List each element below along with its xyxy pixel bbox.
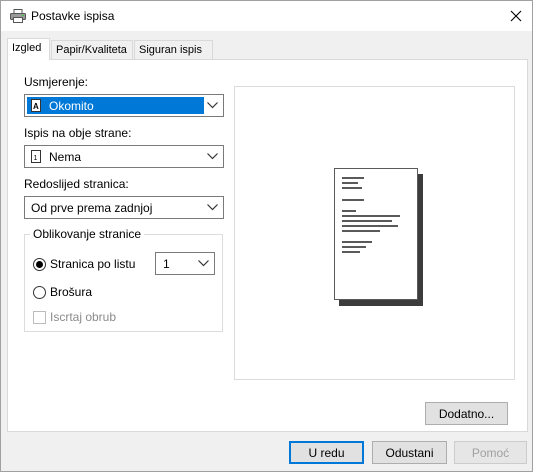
chevron-down-icon [207, 153, 218, 160]
draw-borders-label: Iscrtaj obrub [50, 310, 117, 324]
ok-button[interactable]: U redu [289, 441, 364, 464]
booklet-label[interactable]: Brošura [50, 285, 92, 299]
duplex-value: Nema [49, 150, 82, 164]
duplex-select[interactable]: 1 Nema [24, 145, 224, 168]
pages-per-sheet-label[interactable]: Stranica po listu [50, 257, 135, 271]
page-order-label: Redoslijed stranica: [24, 177, 129, 191]
orientation-select[interactable]: A Okomito [24, 94, 224, 117]
advanced-button[interactable]: Dodatno... [425, 402, 508, 425]
cancel-button[interactable]: Odustani [372, 441, 447, 464]
orientation-label: Usmjerenje: [24, 75, 89, 89]
pages-per-sheet-radio[interactable] [33, 258, 46, 271]
portrait-page-icon: A [31, 99, 41, 112]
page-order-select[interactable]: Od prve prema zadnjoj [24, 196, 224, 219]
help-button[interactable]: Pomoć [454, 441, 527, 464]
tab-secure-print[interactable]: Siguran ispis [134, 40, 213, 60]
svg-text:1: 1 [34, 155, 38, 162]
close-icon [510, 10, 522, 22]
page-preview-sheet [334, 168, 418, 300]
single-side-page-icon: 1 [31, 150, 41, 163]
chevron-down-icon [207, 204, 218, 211]
tab-layout[interactable]: Izgled [7, 38, 50, 60]
close-button[interactable] [500, 1, 532, 31]
tab-paper-quality[interactable]: Papir/Kvaliteta [51, 40, 133, 60]
pages-per-sheet-select[interactable]: 1 [155, 252, 215, 275]
page-format-group-title: Oblikovanje stranice [30, 227, 145, 241]
page-order-value: Od prve prema zadnjoj [31, 201, 153, 215]
page-preview [234, 86, 515, 380]
booklet-radio[interactable] [33, 286, 46, 299]
printer-icon [10, 9, 26, 23]
chevron-down-icon [198, 260, 209, 267]
draw-borders-checkbox[interactable] [33, 311, 46, 324]
orientation-value: Okomito [49, 99, 94, 113]
title-bar[interactable]: Postavke ispisa [1, 1, 532, 31]
pages-per-sheet-value: 1 [163, 257, 170, 271]
chevron-down-icon [207, 102, 218, 109]
svg-text:A: A [33, 102, 39, 111]
dialog-title: Postavke ispisa [31, 9, 115, 23]
layout-tab-panel: Usmjerenje: A Okomito Ispis na obje stra… [7, 59, 528, 432]
duplex-label: Ispis na obje strane: [24, 126, 132, 140]
print-settings-dialog: Postavke ispisa Izgled Papir/Kvaliteta S… [0, 0, 533, 472]
